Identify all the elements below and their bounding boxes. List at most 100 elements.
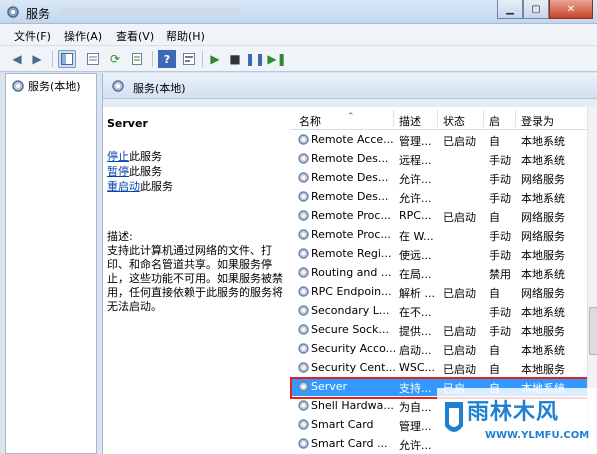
header-strip xyxy=(103,99,597,107)
table-row[interactable]: RPC Endpoin... 解析 ... 已启动自 网络服务 xyxy=(291,282,587,301)
cell-logon: 网络服务 xyxy=(521,230,565,243)
cell-logon: 网络服务 xyxy=(521,287,565,300)
cell-startup: 自 xyxy=(489,135,500,148)
table-row[interactable]: Secondary L... 在不... 手动 本地系统 xyxy=(291,301,587,320)
menu-help[interactable]: 帮助(H) xyxy=(166,28,205,44)
service-gear-icon xyxy=(297,304,310,317)
cell-status: 已启动 xyxy=(443,211,476,224)
cell-logon: 本地服务 xyxy=(521,325,565,338)
column-header-startup[interactable]: 启 xyxy=(489,113,500,129)
cell-description: 允许... xyxy=(399,439,432,452)
column-header-status[interactable]: 状态 xyxy=(443,113,465,129)
pause-service-link[interactable]: 暂停 xyxy=(107,165,129,178)
column-header-name[interactable]: 名称 ⌃ xyxy=(299,112,355,129)
cell-name: Security Cent... xyxy=(311,361,395,374)
cell-name: Smart Card xyxy=(311,418,374,431)
service-gear-icon xyxy=(297,285,310,298)
service-gear-icon xyxy=(297,133,310,146)
service-gear-icon xyxy=(297,342,310,355)
cell-name: Secondary L... xyxy=(311,304,390,317)
cell-description: 为自... xyxy=(399,401,432,414)
pause-service-icon[interactable]: ❚❚ xyxy=(245,50,265,68)
service-gear-icon xyxy=(297,190,310,203)
toolbar: ◀ ▶ ⟳ ? ▶ ■ ❚❚ ▶❚ xyxy=(0,46,597,72)
cell-status: 已启动 xyxy=(443,135,476,148)
cell-description: 在局... xyxy=(399,268,432,281)
cell-startup: 自 xyxy=(489,344,500,357)
close-button[interactable]: ✕ xyxy=(549,0,593,19)
cell-name: Remote Acce... xyxy=(311,133,394,146)
cell-startup: 手动 xyxy=(489,230,511,243)
menu-action[interactable]: 操作(A) xyxy=(64,28,102,44)
cell-startup: 手动 xyxy=(489,173,511,186)
column-header-description[interactable]: 描述 xyxy=(399,113,421,129)
cell-status: 已启动 xyxy=(443,287,476,300)
cell-description: 允许... xyxy=(399,192,432,205)
properties-icon[interactable] xyxy=(180,50,198,68)
menu-file[interactable]: 文件(F) xyxy=(14,28,51,44)
table-row[interactable]: Security Acco... 启动... 已启动自 本地系统 xyxy=(291,339,587,358)
table-row[interactable]: Security Cent... WSC... 已启动自 本地服务 xyxy=(291,358,587,377)
title-bar: 服务 ▁ ▢ ✕ xyxy=(0,0,597,24)
service-gear-icon xyxy=(297,323,310,336)
menu-view[interactable]: 查看(V) xyxy=(116,28,154,44)
menu-bar: 文件(F) 操作(A) 查看(V) 帮助(H) xyxy=(0,24,597,46)
column-header-label: 名称 xyxy=(299,115,321,128)
service-gear-icon xyxy=(297,361,310,374)
cell-name: Smart Card ... xyxy=(311,437,388,450)
table-row[interactable]: Remote Des... 允许... 手动 网络服务 xyxy=(291,168,587,187)
cell-startup: 自 xyxy=(489,211,500,224)
refresh-icon[interactable]: ⟳ xyxy=(106,50,124,68)
stop-service-icon[interactable]: ■ xyxy=(226,50,244,68)
cell-description: 在 W... xyxy=(399,230,434,243)
watermark: 雨林木风 WWW.YLMFU.COM xyxy=(437,388,597,454)
restart-service-link[interactable]: 重启动 xyxy=(107,180,140,193)
gear-icon xyxy=(12,80,24,92)
cell-logon: 本地服务 xyxy=(521,363,565,376)
console-tree: 服务(本地) xyxy=(5,73,97,454)
tree-node-services-local[interactable]: 服务(本地) xyxy=(11,78,81,94)
table-row[interactable]: Remote Regi... 使远... 手动 本地服务 xyxy=(291,244,587,263)
start-service-icon[interactable]: ▶ xyxy=(206,50,224,68)
cell-logon: 本地系统 xyxy=(521,344,565,357)
cell-logon: 本地系统 xyxy=(521,154,565,167)
console-tree-icon[interactable] xyxy=(58,50,76,68)
help-icon[interactable]: ? xyxy=(158,50,176,68)
cell-startup: 手动 xyxy=(489,249,511,262)
column-header-logon[interactable]: 登录为 xyxy=(521,113,554,129)
forward-icon[interactable]: ▶ xyxy=(28,50,46,68)
table-row[interactable]: Remote Proc... 在 W... 手动 网络服务 xyxy=(291,225,587,244)
scrollbar-thumb[interactable] xyxy=(589,307,597,355)
stop-service-link[interactable]: 停止 xyxy=(107,150,129,163)
cell-logon: 本地系统 xyxy=(521,135,565,148)
cell-startup: 手动 xyxy=(489,154,511,167)
action-suffix: 此服务 xyxy=(129,165,162,178)
table-row[interactable]: Remote Des... 允许... 手动 本地系统 xyxy=(291,187,587,206)
restart-service-icon[interactable]: ▶❚ xyxy=(267,50,286,68)
table-row[interactable]: Remote Des... 远程... 手动 本地系统 xyxy=(291,149,587,168)
cell-description: 解析 ... xyxy=(399,287,435,300)
table-row[interactable]: Remote Acce... 管理... 已启动自 本地系统 xyxy=(291,130,587,149)
back-icon[interactable]: ◀ xyxy=(8,50,26,68)
cell-description: 管理... xyxy=(399,420,432,433)
minimize-button[interactable]: ▁ xyxy=(497,0,523,19)
table-row[interactable]: Remote Proc... RPC... 已启动自 网络服务 xyxy=(291,206,587,225)
service-gear-icon xyxy=(297,247,310,260)
list-view-icon[interactable] xyxy=(84,50,102,68)
maximize-button[interactable]: ▢ xyxy=(523,0,549,19)
cell-name: Remote Regi... xyxy=(311,247,392,260)
service-gear-icon xyxy=(297,152,310,165)
cell-name: Remote Des... xyxy=(311,152,389,165)
cell-name: Secure Sock... xyxy=(311,323,389,336)
cell-name: Routing and ... xyxy=(311,266,392,279)
table-row[interactable]: Routing and ... 在局... 禁用 本地系统 xyxy=(291,263,587,282)
cell-logon: 本地系统 xyxy=(521,192,565,205)
table-row[interactable]: Secure Sock... 提供... 已启动 手动 本地服务 xyxy=(291,320,587,339)
cell-startup: 手动 xyxy=(489,325,511,338)
cell-description: 支持... xyxy=(399,382,432,395)
cell-name: Remote Proc... xyxy=(311,209,391,222)
title-blur xyxy=(60,8,240,16)
service-gear-icon xyxy=(297,228,310,241)
export-list-icon[interactable] xyxy=(128,50,146,68)
cell-name: Server xyxy=(311,380,348,393)
